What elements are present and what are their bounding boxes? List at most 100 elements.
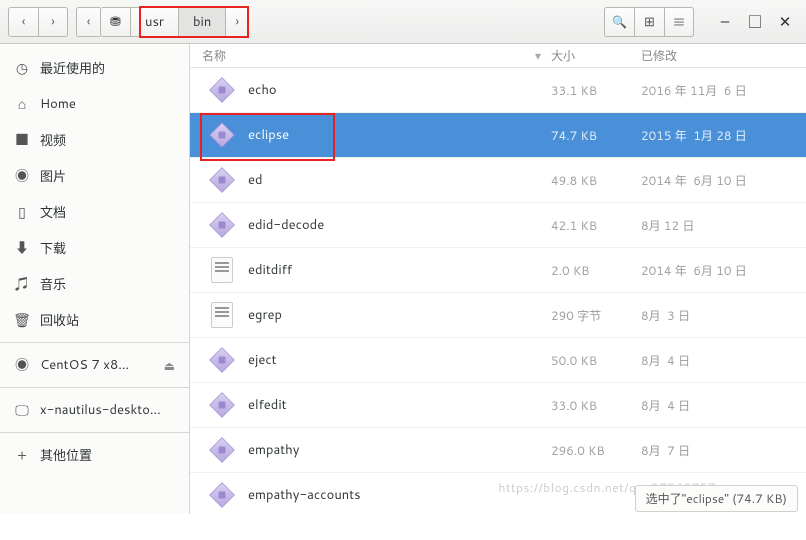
file-size: 33.1 KB (551, 82, 641, 99)
file-row[interactable]: empathy296.0 KB8月 7 日 (190, 428, 806, 473)
video-icon: ■ (14, 130, 30, 150)
pathbar: ‹ ⛃ usr bin › (76, 7, 249, 37)
file-exec-icon (208, 436, 236, 464)
column-headers: 名称 ▾ 大小 已修改 (190, 44, 806, 68)
file-name: empathy (248, 441, 299, 459)
sort-indicator-icon: ▾ (535, 47, 541, 64)
column-modified[interactable]: 已修改 (641, 47, 806, 64)
search-icon: 🔍 (612, 13, 627, 30)
sidebar-device[interactable]: ◉ CentOS 7 x8… ⏏ (0, 347, 189, 383)
music-icon: ♫ (14, 274, 30, 294)
view-group: 🔍 ⊞ ≡ (604, 7, 694, 37)
path-root[interactable]: ⛃ (100, 7, 130, 37)
maximize-button[interactable]: □ (742, 9, 768, 35)
drive-icon: ⛃ (110, 13, 121, 31)
file-row[interactable]: eject50.0 KB8月 4 日 (190, 338, 806, 383)
column-name[interactable]: 名称 ▾ (190, 47, 551, 64)
minimize-button[interactable]: – (712, 9, 738, 35)
file-exec-icon (208, 76, 236, 104)
file-modified: 2014 年 6月 10 日 (641, 172, 806, 189)
file-exec-icon (208, 121, 236, 149)
back-icon: ‹ (22, 13, 26, 31)
search-button[interactable]: 🔍 (604, 7, 634, 37)
path-segment-bin[interactable]: bin (178, 7, 225, 37)
grid-view-button[interactable]: ⊞ (634, 7, 664, 37)
forward-button[interactable]: › (38, 7, 68, 37)
sidebar-item[interactable]: ◉ 图片 (0, 158, 189, 194)
sidebar-item-label: 图片 (40, 166, 175, 186)
file-exec-icon (208, 346, 236, 374)
path-forward-button[interactable]: › (225, 7, 249, 37)
file-modified: 8月 7 日 (641, 442, 806, 459)
file-rows: echo33.1 KB2016 年 11月 6 日eclipse74.7 KB2… (190, 68, 806, 514)
file-name: egrep (248, 306, 282, 324)
column-size-label: 大小 (551, 47, 575, 64)
column-size[interactable]: 大小 (551, 47, 641, 64)
sidebar-item-label: CentOS 7 x8… (40, 356, 154, 374)
trash-icon: 🗑 (14, 310, 30, 330)
sidebar-item[interactable]: ⌂Home (0, 86, 189, 122)
file-name: edid-decode (248, 216, 324, 234)
file-row[interactable]: eclipse74.7 KB2015 年 1月 28 日 (190, 113, 806, 158)
file-name: empathy-accounts (248, 486, 361, 504)
file-modified: 8月 4 日 (641, 397, 806, 414)
file-name: elfedit (248, 396, 287, 414)
file-modified: 8月 3 日 (641, 307, 806, 324)
close-icon: ✕ (779, 11, 792, 32)
sidebar-item[interactable]: 🗑 回收站 (0, 302, 189, 338)
file-exec-icon (208, 211, 236, 239)
sidebar-item-label: 视频 (40, 130, 175, 150)
file-modified: 2015 年 1月 28 日 (641, 127, 806, 144)
sidebar-item[interactable]: ◷最近使用的 (0, 50, 189, 86)
menu-icon: ≡ (672, 12, 685, 32)
clock-icon: ◷ (14, 58, 30, 78)
sidebar-item-label: Home (40, 95, 175, 113)
path-segment-usr[interactable]: usr (130, 7, 178, 37)
sidebar-network[interactable]: 🖵x-nautilus-deskto… (0, 392, 189, 428)
camera-icon: ◉ (14, 166, 30, 186)
file-row[interactable]: elfedit 33.0 KB8月 4 日 (190, 383, 806, 428)
file-name: echo (248, 81, 277, 99)
back-button[interactable]: ‹ (8, 7, 38, 37)
file-row[interactable]: edid-decode42.1 KB8月 12 日 (190, 203, 806, 248)
file-exec-icon (208, 481, 236, 509)
file-exec-icon (208, 166, 236, 194)
sidebar-item[interactable]: ⬇下载 (0, 230, 189, 266)
sidebar-item-label: 回收站 (40, 310, 175, 330)
file-name: eject (248, 351, 277, 369)
file-exec-icon (208, 391, 236, 419)
sidebar-item-label: 文档 (40, 202, 175, 222)
file-size: 33.0 KB (551, 397, 641, 414)
file-row[interactable]: egrep290 字节8月 3 日 (190, 293, 806, 338)
path-label: bin (193, 13, 211, 31)
plus-icon: + (14, 445, 30, 465)
file-row[interactable]: ed49.8 KB2014 年 6月 10 日 (190, 158, 806, 203)
file-row[interactable]: editdiff2.0 KB2014 年 6月 10 日 (190, 248, 806, 293)
eject-icon[interactable]: ⏏ (164, 357, 175, 374)
sidebar-item[interactable]: ♫ 音乐 (0, 266, 189, 302)
computer-icon: 🖵 (14, 400, 30, 420)
menu-button[interactable]: ≡ (664, 7, 694, 37)
sidebar-item[interactable]: ▯ 文档 (0, 194, 189, 230)
sidebar-item[interactable]: ■ 视频 (0, 122, 189, 158)
close-button[interactable]: ✕ (772, 9, 798, 35)
sidebar-item-other[interactable]: + 其他位置 (0, 437, 189, 473)
disc-icon: ◉ (14, 355, 30, 375)
file-size: 50.0 KB (551, 352, 641, 369)
file-row[interactable]: echo33.1 KB2016 年 11月 6 日 (190, 68, 806, 113)
file-text-icon (208, 301, 236, 329)
file-pane: 名称 ▾ 大小 已修改 echo33.1 KB2016 年 11月 6 日ecl… (190, 44, 806, 514)
nav-group: ‹ › (8, 7, 68, 37)
path-back-button[interactable]: ‹ (76, 7, 100, 37)
file-text-icon (208, 256, 236, 284)
sidebar-item-label: 音乐 (40, 274, 175, 294)
file-name: editdiff (248, 261, 292, 279)
minimize-icon: – (721, 11, 730, 32)
forward-icon: › (51, 13, 55, 31)
column-modified-label: 已修改 (641, 47, 677, 64)
main: ◷最近使用的⌂Home ■ 视频 ◉ 图片 ▯ 文档 ⬇下载 ♫ 音乐 🗑 回收站 ◉ CentOS 7… (0, 44, 806, 514)
document-icon: ▯ (14, 202, 30, 222)
file-size: 2.0 KB (551, 262, 641, 279)
sidebar: ◷最近使用的⌂Home ■ 视频 ◉ 图片 ▯ 文档 ⬇下载 ♫ 音乐 🗑 回收站 ◉ CentOS 7… (0, 44, 190, 514)
column-name-label: 名称 (202, 47, 226, 64)
